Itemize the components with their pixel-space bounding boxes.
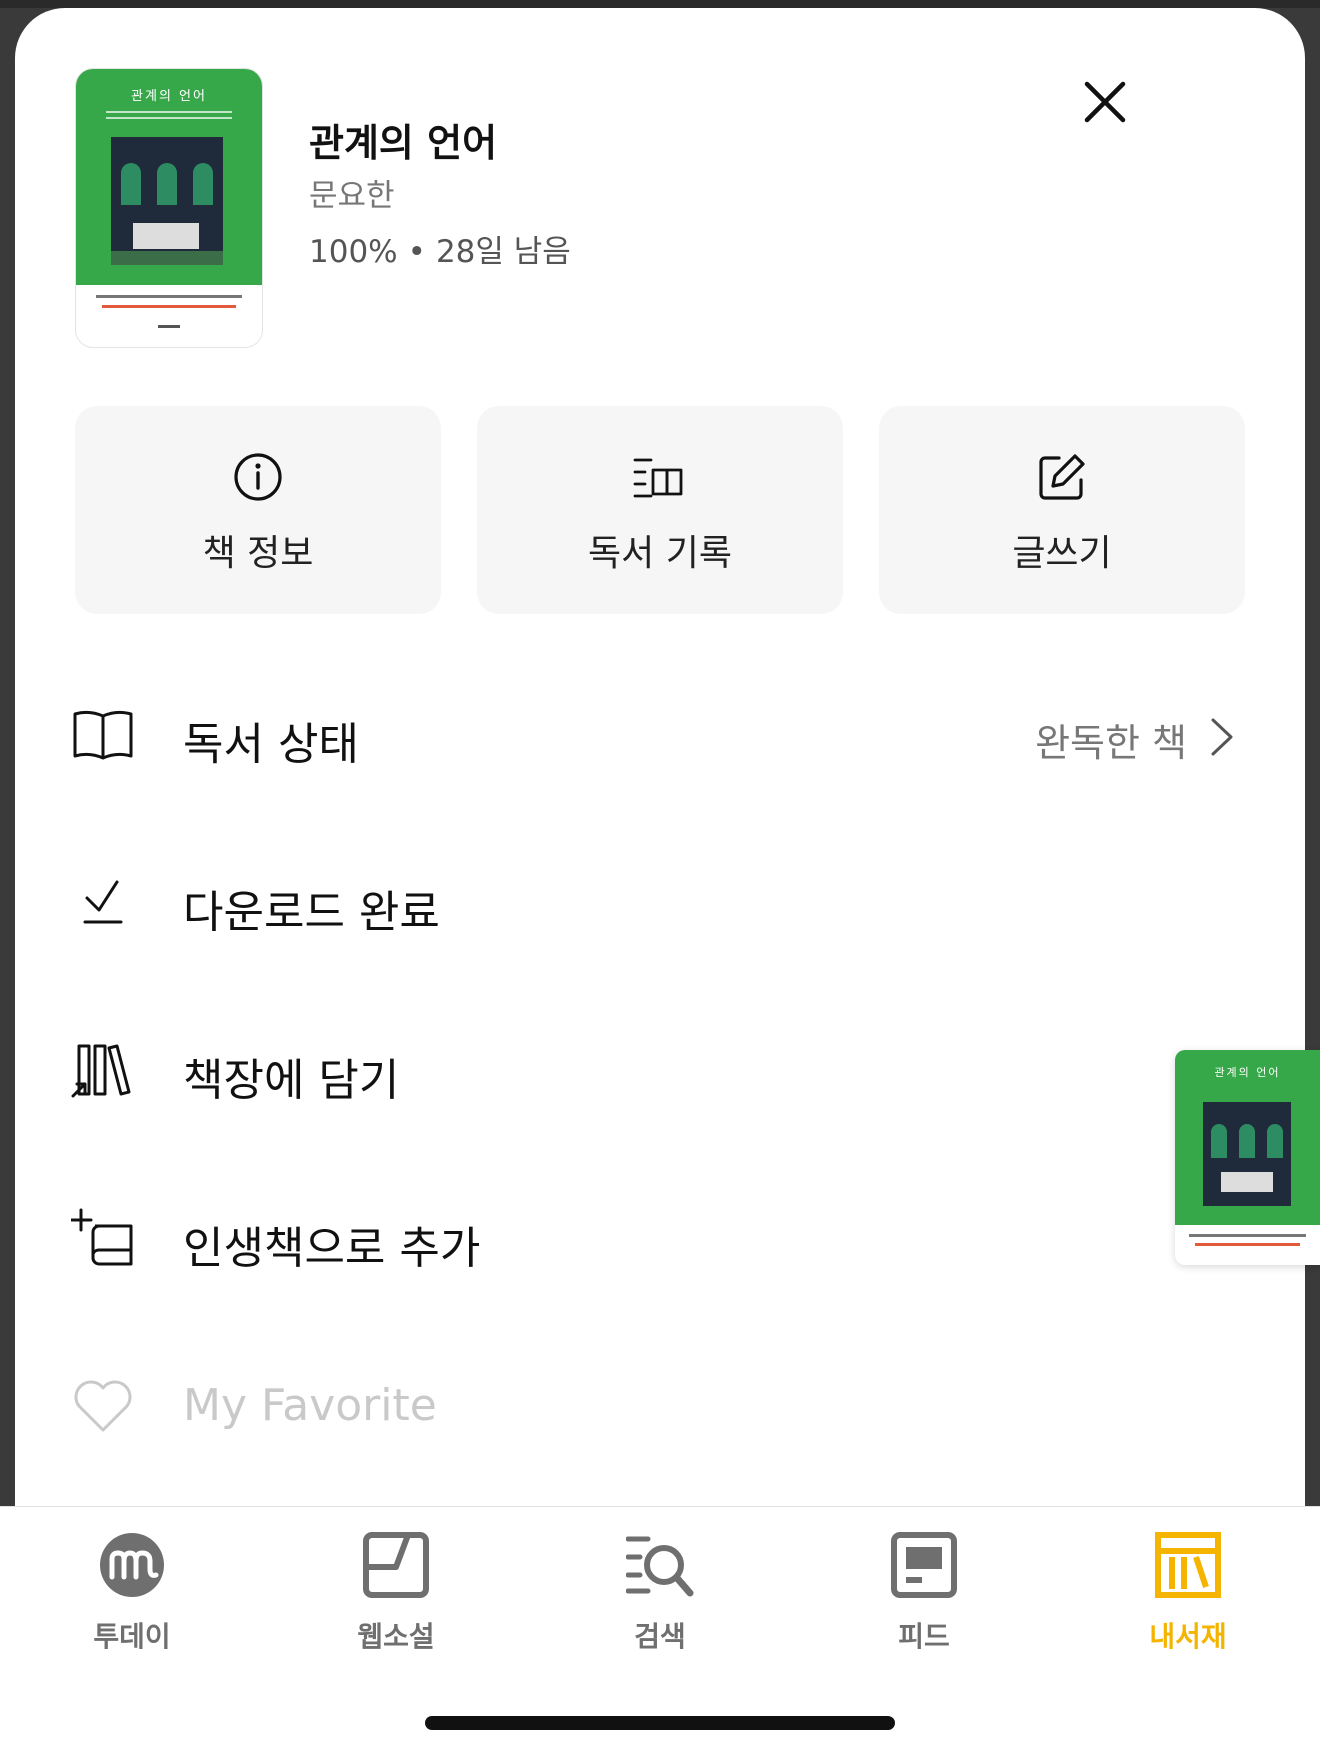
reading-log-icon: [633, 458, 683, 498]
search-list-icon: [626, 1536, 694, 1597]
chevron-right-icon: [1211, 718, 1233, 756]
tab-library-label: 내서재: [1149, 1620, 1227, 1653]
write-button[interactable]: 글쓰기: [879, 406, 1245, 614]
close-button[interactable]: [1081, 78, 1129, 126]
tab-today[interactable]: 투데이: [0, 1531, 264, 1653]
tab-webnovel[interactable]: 웹소설: [264, 1531, 528, 1653]
tab-today-label: 투데이: [93, 1620, 171, 1653]
background-content: [0, 0, 1320, 8]
feed-icon: [891, 1532, 957, 1598]
heart-icon: [74, 1380, 132, 1432]
floating-cover-title: 관계의 언어: [1214, 1066, 1281, 1079]
tab-webnovel-label: 웹소설: [357, 1620, 435, 1653]
my-favorite-label: My Favorite: [183, 1380, 437, 1431]
tab-search[interactable]: 검색: [528, 1531, 792, 1653]
webnovel-icon: [363, 1532, 429, 1598]
bookshelf-icon: [71, 1044, 131, 1098]
today-m-icon: [100, 1533, 164, 1597]
book-title: 관계의 언어: [309, 121, 498, 165]
book-cover: 관계의 언어: [75, 68, 263, 348]
tab-library[interactable]: 내서재: [1056, 1531, 1320, 1653]
reading-log-button[interactable]: 독서 기록: [477, 406, 843, 614]
floating-book-thumbnail[interactable]: 관계의 언어: [1175, 1050, 1320, 1265]
edit-icon: [1039, 454, 1085, 500]
reading-progress: 100% • 28일 남음: [309, 226, 571, 271]
home-indicator[interactable]: [425, 1716, 895, 1730]
download-row[interactable]: 다운로드 완료: [15, 846, 1305, 956]
add-to-bookshelf-label: 책장에 담기: [183, 1055, 400, 1106]
open-book-icon: [73, 710, 133, 760]
download-check-icon: [83, 880, 123, 924]
my-favorite-row[interactable]: My Favorite: [15, 1350, 1305, 1460]
library-icon: [1155, 1532, 1221, 1598]
info-circle-icon: [234, 453, 282, 501]
close-icon: [1084, 81, 1126, 123]
reading-status-value: 완독한 책: [1035, 721, 1187, 765]
cover-title: 관계의 언어: [131, 89, 207, 104]
book-info-label: 책 정보: [202, 533, 314, 574]
tab-feed-label: 피드: [898, 1620, 950, 1653]
reading-log-label: 독서 기록: [588, 533, 732, 574]
add-book-icon: [71, 1208, 133, 1266]
reading-status-label: 독서 상태: [183, 719, 359, 770]
add-to-bookshelf-row[interactable]: 책장에 담기: [15, 1014, 1305, 1124]
tab-search-label: 검색: [634, 1620, 686, 1653]
write-label: 글쓰기: [1012, 533, 1112, 574]
download-label: 다운로드 완료: [183, 887, 440, 938]
book-info-button[interactable]: 책 정보: [75, 406, 441, 614]
remaining-days: 28일 남음: [435, 234, 571, 270]
progress-percent: 100%: [309, 234, 398, 270]
book-author: 문요한: [309, 178, 395, 214]
add-life-book-row[interactable]: 인생책으로 추가: [15, 1182, 1305, 1292]
progress-separator: •: [407, 234, 426, 270]
reading-status-row[interactable]: 독서 상태 완독한 책: [15, 678, 1305, 788]
book-options-sheet: 관계의 언어 관계의 언어 문요한 100% • 28일 남음 책 정보 독서 …: [15, 8, 1305, 1508]
add-life-book-label: 인생책으로 추가: [183, 1223, 481, 1274]
tab-feed[interactable]: 피드: [792, 1531, 1056, 1653]
